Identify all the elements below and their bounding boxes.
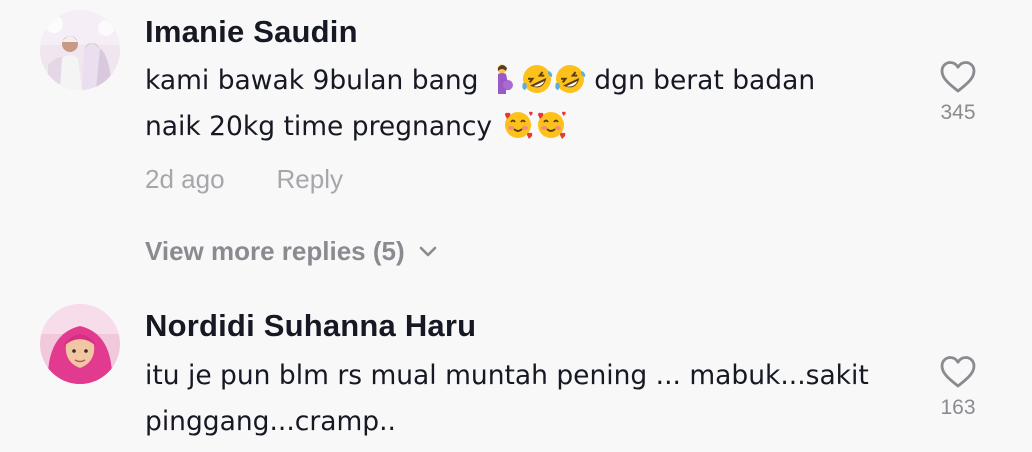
comment-username[interactable]: Imanie Saudin [145, 14, 358, 50]
comment-text-part: pinggang...cramp.. [145, 406, 396, 437]
comment-timestamp: 2d ago [145, 164, 225, 194]
comment-text: itu je pun blm rs mual muntah pening ...… [145, 353, 905, 445]
comment-text: kami bawak 9bulan bang dgn berat badan n… [145, 58, 905, 150]
pregnant-woman-emoji [497, 64, 513, 94]
comment-username[interactable]: Nordidi Suhanna Haru [145, 308, 476, 344]
like-count: 345 [940, 101, 976, 124]
avatar[interactable] [40, 304, 120, 384]
like-button[interactable]: 345 [918, 60, 998, 125]
smiling-hearts-emoji [537, 111, 566, 139]
comment-text-part: dgn berat badan [585, 65, 816, 96]
rolling-laughing-emoji [522, 65, 553, 93]
like-button[interactable]: 163 [918, 355, 998, 420]
comment-text-part: kami bawak 9bulan bang [145, 65, 487, 96]
rolling-laughing-emoji [555, 65, 586, 93]
comment-meta: 2d ago Reply [145, 164, 343, 195]
heart-icon [940, 356, 976, 388]
chevron-down-icon [419, 246, 436, 256]
comment-text-part: itu je pun blm rs mual muntah pening ...… [145, 360, 869, 391]
view-more-replies-button[interactable]: View more replies (5) [145, 236, 437, 267]
heart-icon [940, 61, 976, 93]
avatar[interactable] [40, 10, 120, 90]
comment-text-part: naik 20kg time pregnancy [145, 111, 501, 142]
reply-button[interactable]: Reply [277, 164, 343, 194]
like-count: 163 [940, 396, 976, 419]
smiling-hearts-emoji [504, 111, 533, 139]
view-more-replies-label: View more replies (5) [145, 236, 405, 266]
